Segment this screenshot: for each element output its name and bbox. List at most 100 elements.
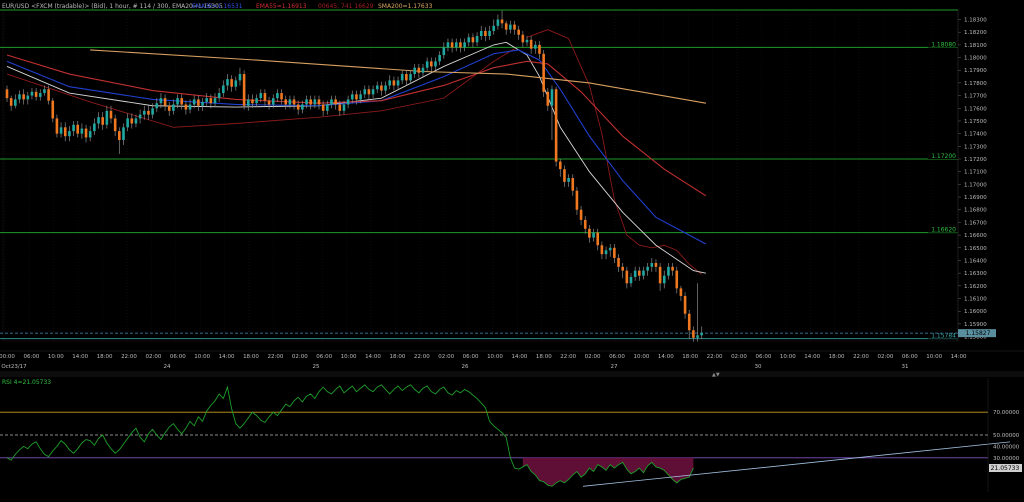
candle-body <box>167 105 171 111</box>
rsi-title: RSI 4=21.05733 <box>2 379 51 386</box>
candle-body <box>417 67 421 73</box>
candle-body <box>579 209 583 220</box>
candle-body <box>667 266 670 276</box>
candle-body <box>305 99 308 105</box>
candle-body <box>301 104 304 110</box>
price-tick-label: 1.17800 <box>964 81 987 87</box>
candle-body <box>446 42 450 48</box>
time-tick-label: 22:00 <box>414 354 430 360</box>
candle-body <box>271 98 275 105</box>
candle-body <box>205 98 208 102</box>
candle-body <box>617 257 620 267</box>
trading-chart[interactable]: 1.18080 1.17200 1.16620 1.15784 1.18300 1.18… <box>0 0 1024 502</box>
candle-body <box>513 24 516 30</box>
price-tick-label: 1.16300 <box>964 271 987 277</box>
candle-body <box>509 24 512 30</box>
time-tick-label: 14:00 <box>951 354 967 360</box>
candle-body <box>471 37 475 43</box>
candle-body <box>375 85 379 90</box>
time-tick-label: 06:00 <box>755 354 771 360</box>
candle-body <box>317 99 321 105</box>
candle-body <box>658 266 662 284</box>
price-tick-label: 1.17900 <box>964 68 987 74</box>
scroll-bar <box>0 371 1024 377</box>
candle-body <box>463 42 466 48</box>
candle-body <box>604 250 608 255</box>
candle-body <box>571 178 575 191</box>
candle-body <box>34 91 38 97</box>
candle-body <box>646 266 649 271</box>
candle-body <box>367 89 371 95</box>
candle-body <box>234 80 238 87</box>
time-tick-label: 02:00 <box>292 354 308 360</box>
candle-body <box>342 104 346 111</box>
time-tick-label: 18:00 <box>536 354 552 360</box>
candle-body <box>350 94 354 100</box>
date-label: 30 <box>755 364 762 370</box>
candle-body <box>413 67 416 75</box>
candle-body <box>475 35 479 43</box>
candle-body <box>47 89 50 101</box>
time-tick-label: 10:00 <box>633 354 649 360</box>
candle-body <box>662 275 666 284</box>
candle-body <box>30 91 34 96</box>
candle-body <box>692 330 695 338</box>
candle-body <box>72 124 75 132</box>
candle-body <box>292 99 296 105</box>
candle-body <box>400 74 404 81</box>
candle-body <box>592 232 595 238</box>
price-tick-label: 1.17600 <box>964 106 987 112</box>
candle-body <box>213 98 217 104</box>
price-tick-label: 1.18100 <box>964 43 987 49</box>
rsi-tick-label: 40.00000 <box>993 444 1020 450</box>
price-tick-label: 1.17700 <box>964 94 987 100</box>
time-tick-label: 00:00 <box>0 354 15 360</box>
candle-body <box>122 127 125 140</box>
header-ema-dash: 00645; 741 16629 <box>318 3 374 10</box>
candle-body <box>68 131 71 137</box>
candle-body <box>26 95 30 100</box>
candle-body <box>529 39 533 49</box>
candle-body <box>230 79 233 87</box>
candle-body <box>118 131 121 140</box>
candle-body <box>209 98 213 104</box>
candle-body <box>588 228 591 238</box>
chart-background <box>0 0 1024 502</box>
candle-body <box>355 94 358 100</box>
candle-body <box>696 335 699 338</box>
candle-body <box>546 91 550 106</box>
candle-body <box>467 37 471 43</box>
candle-body <box>263 93 267 101</box>
candle-body <box>138 114 142 119</box>
time-tick-label: 18:00 <box>389 354 405 360</box>
time-tick-label: 18:00 <box>682 354 698 360</box>
rsi-tick-label: 70.00000 <box>993 410 1020 416</box>
candle-body <box>683 295 687 314</box>
price-tick-label: 1.16700 <box>964 220 987 226</box>
rsi-current-label: 21.05733 <box>991 465 1020 472</box>
time-tick-label: 14:00 <box>219 354 235 360</box>
time-tick-label: 10:00 <box>780 354 796 360</box>
candle-body <box>534 44 537 49</box>
candle-body <box>538 44 541 54</box>
candle-body <box>563 169 566 182</box>
candle-body <box>172 104 175 111</box>
candle-body <box>130 118 134 124</box>
date-label: Oct23/17 <box>1 364 27 370</box>
candle-body <box>22 94 25 100</box>
candle-body <box>434 61 437 67</box>
scroll-grip-icon: ▲▼ <box>712 372 720 378</box>
time-tick-label: 02:00 <box>731 354 747 360</box>
price-tick-label: 1.17300 <box>964 144 987 150</box>
price-tick-label: 1.16900 <box>964 195 987 201</box>
candle-body <box>454 42 458 48</box>
time-tick-label: 02:00 <box>145 354 161 360</box>
candle-body <box>142 110 146 115</box>
candle-body <box>134 118 138 124</box>
candle-body <box>338 104 342 111</box>
candle-body <box>109 110 113 119</box>
price-tick-label: 1.16600 <box>964 233 987 239</box>
candle-body <box>430 61 433 67</box>
candle-body <box>459 42 462 48</box>
candle-body <box>492 25 496 31</box>
